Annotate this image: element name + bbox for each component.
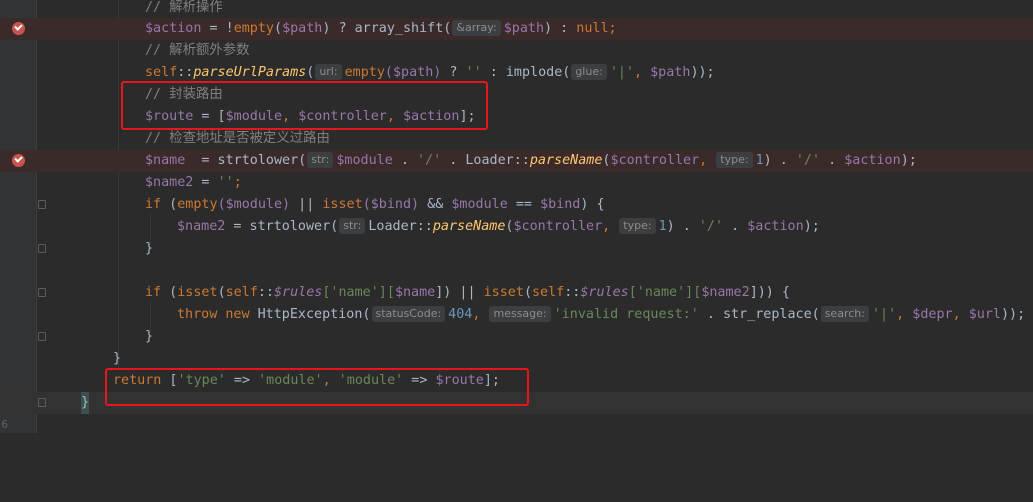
param-hint: &array:: [452, 20, 501, 36]
param-hint: glue:: [571, 64, 607, 80]
code-text: $name = strtolower(str: $module . '/' . L…: [145, 152, 917, 168]
code-line-12[interactable]: }: [0, 238, 1033, 260]
code-text: if (empty($module) || isset($bind) && $m…: [145, 197, 605, 212]
closing-brace: }: [145, 241, 154, 256]
code-text: $name2 = '';: [145, 175, 242, 190]
fold-toggle-icon[interactable]: [38, 398, 46, 407]
code-line-1[interactable]: // 解析操作: [0, 0, 1033, 19]
fold-toggle-icon[interactable]: [38, 200, 46, 209]
breakpoint-icon[interactable]: [12, 22, 25, 35]
code-line-17[interactable]: }: [0, 348, 1033, 370]
param-hint: url:: [315, 64, 342, 80]
code-line-2[interactable]: $action = !empty($path) ? array_shift(&a…: [0, 18, 1033, 40]
fold-toggle-icon[interactable]: [38, 332, 46, 341]
param-hint: search:: [820, 306, 869, 322]
comment-check-route: // 检查地址是否被定义过路由: [145, 131, 330, 146]
highlight-box-return: [105, 368, 529, 406]
code-line-3[interactable]: // 解析额外参数: [0, 40, 1033, 62]
code-line-15[interactable]: throw new HttpException(statusCode: 404, …: [0, 304, 1033, 326]
fold-toggle-icon[interactable]: [38, 244, 46, 253]
fold-toggle-icon[interactable]: [38, 288, 46, 297]
code-line-8[interactable]: $name = strtolower(str: $module . '/' . L…: [0, 150, 1033, 172]
code-text: throw new HttpException(statusCode: 404, …: [177, 306, 1026, 322]
param-hint: type:: [619, 218, 656, 234]
param-hint: str:: [307, 152, 334, 168]
param-hint: type:: [716, 152, 753, 168]
code-text: if (isset(self::$rules['name'][$name]) |…: [145, 285, 790, 300]
code-editor[interactable]: // 解析操作 $action = !empty($path) ? array_…: [0, 0, 1033, 433]
code-line-7[interactable]: // 检查地址是否被定义过路由: [0, 128, 1033, 150]
param-hint: str:: [339, 218, 366, 234]
code-line-11[interactable]: $name2 = strtolower(str: Loader::parseNam…: [0, 216, 1033, 238]
comment-parse-action: // 解析操作: [145, 0, 223, 15]
closing-brace: }: [81, 392, 90, 414]
param-hint: message:: [489, 306, 551, 322]
code-line-10[interactable]: if (empty($module) || isset($bind) && $m…: [0, 194, 1033, 216]
param-hint: statusCode:: [371, 306, 446, 322]
comment-parse-params: // 解析额外参数: [145, 43, 250, 58]
highlight-box-route: [121, 81, 488, 130]
closing-brace: }: [145, 329, 154, 344]
closing-brace: }: [113, 351, 122, 366]
breakpoint-icon[interactable]: [12, 154, 25, 167]
code-line-14[interactable]: if (isset(self::$rules['name'][$name]) |…: [0, 282, 1033, 304]
code-line-16[interactable]: }: [0, 326, 1033, 348]
code-line-9[interactable]: $name2 = '';: [0, 172, 1033, 194]
code-text: $name2 = strtolower(str: Loader::parseNam…: [177, 218, 820, 234]
code-text: $action = !empty($path) ? array_shift(&a…: [145, 20, 617, 36]
code-line-13[interactable]: [0, 260, 1033, 282]
